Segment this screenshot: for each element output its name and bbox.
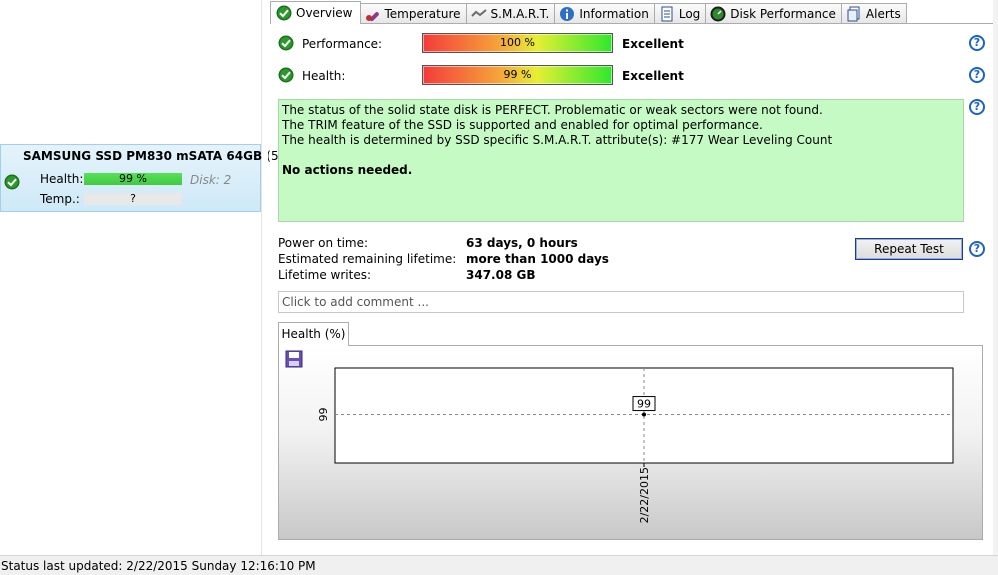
tab-log[interactable]: Log [653, 3, 707, 24]
tab-health-chart[interactable]: Health (%) [278, 322, 349, 346]
health-verdict: Excellent [622, 69, 684, 83]
health-label: Health: [302, 69, 346, 83]
status-line: The health is determined by SSD specific… [282, 133, 833, 147]
performance-bar: 100 % [422, 33, 613, 53]
chart-panel [278, 345, 983, 540]
writes-label: Lifetime writes: [278, 268, 372, 282]
actions-text: No actions needed. [282, 163, 413, 177]
health-value: 99 % [503, 68, 532, 81]
check-icon [276, 5, 292, 21]
temp-bar: ? [84, 193, 182, 205]
tab-bar: Overview Temperature S.M.A.R.T. Informat… [270, 1, 907, 24]
status-text: Status last updated: 2/22/2015 Sunday 12… [1, 559, 316, 573]
performance-verdict: Excellent [622, 37, 684, 51]
health-label: Health: [40, 172, 84, 186]
tab-label: Log [678, 7, 701, 21]
help-icon[interactable]: ? [969, 67, 985, 83]
app-window: SAMSUNG SSD PM830 mSATA 64GB (59.6 Healt… [0, 0, 998, 575]
tab-disk-performance[interactable]: Disk Performance [705, 3, 842, 24]
health-bar: 99 % [422, 65, 613, 85]
temp-label: Temp.: [40, 192, 80, 206]
performance-value: 100 % [500, 36, 535, 49]
check-icon [278, 35, 294, 51]
tab-overview[interactable]: Overview [270, 1, 361, 24]
lifetime-value: more than 1000 days [466, 252, 609, 266]
status-message-box: The status of the solid state disk is PE… [278, 99, 964, 222]
log-icon [661, 6, 673, 22]
lifetime-label: Estimated remaining lifetime: [278, 252, 457, 266]
tab-information[interactable]: Information [554, 3, 655, 24]
power-on-value: 63 days, 0 hours [466, 236, 578, 250]
alerts-icon [847, 6, 860, 22]
status-line: The status of the solid state disk is PE… [282, 103, 823, 117]
tab-label: Disk Performance [730, 7, 836, 21]
status-line: The TRIM feature of the SSD is supported… [282, 118, 763, 132]
disk-number: Disk: 2 [190, 173, 232, 187]
tab-label: Alerts [865, 7, 901, 21]
tab-smart[interactable]: S.M.A.R.T. [465, 3, 556, 24]
help-icon[interactable]: ? [969, 35, 985, 51]
disk-title: SAMSUNG SSD PM830 mSATA 64GB (59.6 [23, 149, 298, 163]
disk-list-item[interactable]: SAMSUNG SSD PM830 mSATA 64GB (59.6 Healt… [0, 144, 298, 212]
tab-label: Information [579, 7, 649, 21]
scroll-edge [993, 0, 998, 555]
tab-label: S.M.A.R.T. [490, 7, 550, 21]
gauge-icon [710, 6, 726, 22]
smart-icon [470, 9, 487, 17]
help-icon[interactable]: ? [969, 99, 985, 115]
disk-list-pane: SAMSUNG SSD PM830 mSATA 64GB (59.6 Healt… [0, 0, 298, 555]
pane-splitter[interactable] [262, 0, 268, 555]
save-icon[interactable] [285, 350, 303, 368]
writes-value: 347.08 GB [466, 268, 536, 282]
tab-underline [270, 23, 998, 24]
power-on-label: Power on time: [278, 236, 369, 250]
thermometer-icon [365, 12, 379, 22]
tab-label: Overview [296, 6, 353, 20]
help-icon[interactable]: ? [969, 241, 985, 257]
tab-alerts[interactable]: Alerts [840, 3, 907, 24]
tab-label: Temperature [384, 7, 461, 21]
repeat-test-button[interactable]: Repeat Test [855, 238, 963, 260]
comment-input[interactable] [278, 291, 964, 313]
tab-temperature[interactable]: Temperature [359, 3, 467, 24]
performance-label: Performance: [302, 37, 383, 51]
info-icon [560, 7, 575, 21]
check-icon [278, 67, 294, 83]
disk-name: SAMSUNG SSD PM830 mSATA 64GB [23, 149, 263, 163]
check-icon [4, 174, 20, 190]
health-bar: 99 % [84, 173, 182, 185]
status-bar: Status last updated: 2/22/2015 Sunday 12… [0, 555, 998, 575]
